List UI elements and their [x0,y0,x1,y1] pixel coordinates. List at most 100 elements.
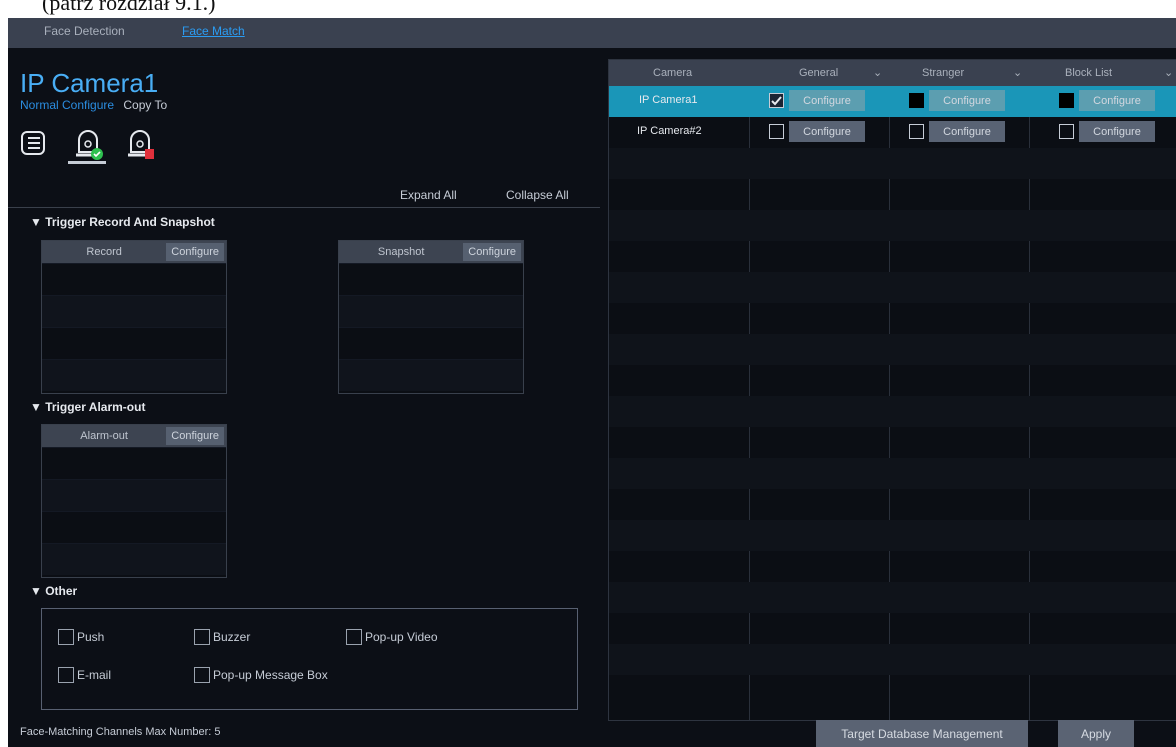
target-database-management-button[interactable]: Target Database Management [816,720,1028,747]
checkbox-box[interactable] [58,629,74,645]
general-checkbox[interactable] [769,93,784,108]
popup-message-label: Pop-up Message Box [213,668,328,682]
table-row [42,327,226,359]
general-configure-button[interactable]: Configure [789,121,865,142]
table-row [609,427,1176,458]
table-row [42,479,226,511]
checkbox-box[interactable] [58,667,74,683]
tab-face-detection[interactable]: Face Detection [44,24,125,38]
popup-video-label: Pop-up Video [365,630,438,644]
collapse-all-button[interactable]: Collapse All [506,188,569,202]
alarm-out-header-label: Alarm-out [80,430,128,442]
other-options-box: Push Buzzer Pop-up Video E-mail Pop-up M… [41,608,578,710]
table-row [339,295,523,327]
icon-selection-underline [68,161,106,164]
table-row [42,359,226,391]
snapshot-table: Snapshot Configure [338,240,524,394]
popup-video-checkbox[interactable]: Pop-up Video [346,629,438,645]
block-list-configure-button[interactable]: Configure [1079,121,1155,142]
alarm-trigger-check-icon[interactable] [74,128,103,160]
table-row [609,148,1176,179]
column-camera: Camera [653,67,693,79]
face-match-window: Face Detection Face Match IP Camera1 Nor… [8,18,1176,747]
table-row [42,263,226,295]
top-tab-bar: Face Detection Face Match [8,18,1176,48]
normal-configure-link[interactable]: Normal Configure [20,98,114,112]
general-configure-button[interactable]: Configure [789,90,865,111]
table-row [609,179,1176,210]
table-row [339,263,523,295]
buzzer-label: Buzzer [213,630,251,644]
record-configure-button[interactable]: Configure [166,243,224,261]
column-stranger[interactable]: Stranger [922,67,964,79]
chevron-down-icon[interactable]: ⌄ [1164,66,1173,79]
copy-to-link[interactable]: Copy To [123,98,167,112]
stranger-configure-button[interactable]: Configure [929,121,1005,142]
table-row [609,582,1176,613]
record-table: Record Configure [41,240,227,394]
expand-all-button[interactable]: Expand All [400,188,457,202]
snapshot-configure-button[interactable]: Configure [463,243,521,261]
push-label: Push [77,630,105,644]
record-header-label: Record [86,246,122,258]
camera-table-header: Camera General ⌄ Stranger ⌄ Block List ⌄ [609,60,1176,86]
config-subheader: Normal Configure Copy To [20,98,167,112]
checkbox-box[interactable] [194,667,210,683]
table-row [42,511,226,543]
table-row [339,327,523,359]
table-row [609,613,1176,644]
page-title: IP Camera1 [20,68,159,98]
table-row [609,334,1176,365]
snapshot-header-label: Snapshot [377,246,425,258]
table-row [609,365,1176,396]
list-icon[interactable] [20,128,46,158]
camera-table: Camera General ⌄ Stranger ⌄ Block List ⌄… [608,59,1176,721]
table-row [609,272,1176,303]
left-panel: IP Camera1 Normal Configure Copy To Expa… [8,48,608,747]
table-row [609,210,1176,241]
apply-button[interactable]: Apply [1058,720,1134,747]
stranger-checkbox[interactable] [909,124,924,139]
alarm-out-configure-button[interactable]: Configure [166,427,224,445]
table-row [609,675,1176,706]
max-number-label: Face-Matching Channels Max Number: 5 [20,726,221,738]
block-list-checkbox[interactable] [1059,124,1074,139]
section-trigger-record-snapshot[interactable]: ▼ Trigger Record And Snapshot [30,215,215,229]
chevron-down-icon[interactable]: ⌄ [1013,66,1022,79]
document-caption: (patrz rozdział 9.1.) [42,0,216,15]
table-row [609,303,1176,334]
table-row [609,458,1176,489]
alarm-out-table-header: Alarm-out Configure [42,425,226,447]
record-table-header: Record Configure [42,241,226,263]
table-row [42,447,226,479]
push-checkbox[interactable]: Push [58,629,104,645]
checkbox-box[interactable] [346,629,362,645]
block-list-checkbox[interactable] [1059,93,1074,108]
table-row [42,543,226,575]
checkbox-box[interactable] [194,629,210,645]
table-row [609,520,1176,551]
table-row[interactable]: IP Camera1 Configure Configure Configure [609,86,1176,117]
section-other[interactable]: ▼ Other [30,584,77,598]
chevron-down-icon[interactable]: ⌄ [873,66,882,79]
buzzer-checkbox[interactable]: Buzzer [194,629,250,645]
section-trigger-alarm-out[interactable]: ▼ Trigger Alarm-out [30,400,145,414]
table-row [42,295,226,327]
camera-name: IP Camera#2 [637,125,702,137]
table-row [609,644,1176,675]
table-row [609,396,1176,427]
table-row [609,241,1176,272]
column-general[interactable]: General [799,67,838,79]
general-checkbox[interactable] [769,124,784,139]
block-list-configure-button[interactable]: Configure [1079,90,1155,111]
email-checkbox[interactable]: E-mail [58,667,111,683]
popup-message-checkbox[interactable]: Pop-up Message Box [194,667,328,683]
tab-face-match[interactable]: Face Match [182,24,245,38]
alarm-trigger-error-icon[interactable] [126,128,154,159]
stranger-configure-button[interactable]: Configure [929,90,1005,111]
camera-name: IP Camera1 [639,94,698,106]
column-block-list[interactable]: Block List [1065,67,1112,79]
table-row [609,489,1176,520]
stranger-checkbox[interactable] [909,93,924,108]
table-row[interactable]: IP Camera#2 Configure Configure Configur… [609,117,1176,148]
